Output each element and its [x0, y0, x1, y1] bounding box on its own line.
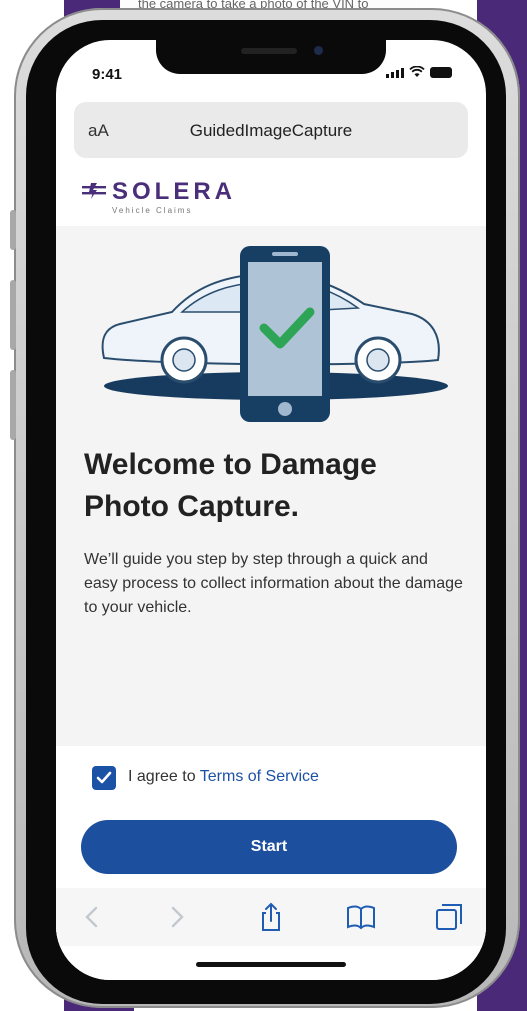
bookmarks-icon[interactable]: [344, 900, 378, 934]
front-camera: [314, 46, 323, 55]
volume-up-button: [10, 280, 16, 350]
welcome-description: We’ll guide you step by step through a q…: [84, 551, 463, 616]
share-icon[interactable]: [254, 900, 288, 934]
status-icons: [386, 66, 452, 78]
bottom-panel: I agree to Terms of Service Start: [56, 746, 486, 980]
phone-screen: 9:41 aA GuidedImageCapture SOLERA Vehicl…: [56, 40, 486, 980]
terms-prefix: I agree to: [128, 768, 200, 785]
terms-checkbox[interactable]: [92, 766, 116, 790]
checkmark-icon: [96, 771, 112, 784]
volume-down-button: [10, 370, 16, 440]
side-button: [10, 210, 16, 250]
terms-label: I agree to Terms of Service: [128, 768, 319, 786]
wifi-icon: [409, 66, 425, 77]
home-indicator[interactable]: [196, 962, 346, 967]
solera-logo-icon: [82, 183, 106, 199]
terms-of-service-link[interactable]: Terms of Service: [200, 768, 319, 785]
notch: [156, 40, 386, 74]
speaker: [241, 48, 297, 54]
browser-toolbar: [56, 888, 486, 946]
start-button[interactable]: Start: [81, 820, 457, 874]
page-title: GuidedImageCapture: [189, 121, 353, 140]
welcome-heading: Welcome to Damage Photo Capture.: [84, 448, 377, 523]
welcome-content: Welcome to Damage Photo Capture. We’ll g…: [56, 226, 486, 746]
tabs-icon[interactable]: [432, 900, 466, 934]
back-icon[interactable]: [76, 900, 110, 934]
forward-icon[interactable]: [160, 900, 194, 934]
brand-name: SOLERA: [112, 178, 237, 205]
signal-icon: [386, 68, 404, 78]
car-phone-illustration: [101, 246, 448, 422]
brand-tagline: Vehicle Claims: [112, 206, 193, 215]
status-time: 9:41: [92, 66, 123, 83]
address-bar[interactable]: aA GuidedImageCapture: [74, 102, 468, 158]
brand-header: SOLERA Vehicle Claims: [56, 166, 486, 226]
battery-icon: [430, 67, 452, 78]
